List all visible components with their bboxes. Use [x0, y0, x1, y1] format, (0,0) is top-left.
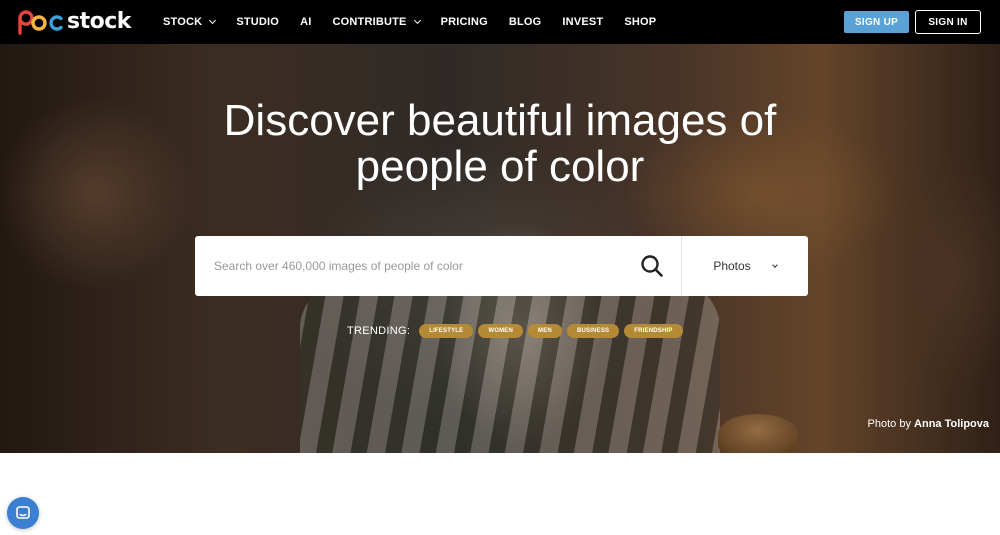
nav-item-label: STOCK: [163, 16, 203, 28]
media-type-value: Photos: [713, 259, 751, 273]
nav-item-label: INVEST: [562, 16, 604, 28]
headline-line-1: Discover beautiful images of: [223, 96, 777, 145]
photo-credit: Photo by Anna Tolipova: [868, 418, 989, 430]
headline-line-2: people of color: [355, 142, 645, 191]
logo-mark-icon: [18, 10, 63, 35]
search-bar: Photos: [195, 236, 808, 296]
tag-men[interactable]: MEN: [528, 324, 562, 338]
chevron-down-icon: [209, 16, 217, 25]
chat-widget-button[interactable]: [7, 497, 39, 529]
nav-item-stock[interactable]: STOCK: [163, 16, 217, 28]
tag-business[interactable]: BUSINESS: [566, 324, 620, 338]
tag-women[interactable]: WOMEN: [478, 324, 524, 338]
tag-friendship[interactable]: FRIENDSHIP: [624, 324, 683, 338]
top-navbar: stock STOCK STUDIO AI CONTRIBUTE PRICING…: [0, 0, 1000, 44]
nav-item-studio[interactable]: STUDIO: [236, 16, 279, 28]
sign-up-button[interactable]: SIGN UP: [844, 11, 909, 33]
nav-item-contribute[interactable]: CONTRIBUTE: [332, 16, 421, 28]
nav-item-ai[interactable]: AI: [300, 16, 311, 28]
chat-icon: [16, 506, 30, 519]
nav-item-pricing[interactable]: PRICING: [441, 16, 488, 28]
hero-photo-bread: [718, 414, 798, 453]
media-type-select[interactable]: Photos: [682, 236, 808, 296]
chevron-down-icon: [771, 261, 778, 268]
nav-item-label: PRICING: [440, 16, 488, 28]
hero-banner: Discover beautiful images of people of c…: [0, 44, 1000, 453]
logo[interactable]: stock: [17, 8, 131, 36]
search-input[interactable]: [195, 236, 682, 296]
search-icon[interactable]: [641, 255, 663, 277]
nav-item-label: AI: [300, 16, 312, 28]
tag-lifestyle[interactable]: LIFESTYLE: [419, 324, 474, 338]
sign-in-button[interactable]: SIGN IN: [915, 10, 981, 34]
nav-item-label: SHOP: [624, 16, 657, 28]
chevron-down-icon: [413, 16, 421, 25]
logo-text: stock: [67, 9, 131, 34]
trending-tags: TRENDING: LIFESTYLE WOMEN MEN BUSINESS F…: [347, 323, 688, 339]
credit-prefix: Photo by: [867, 418, 911, 430]
nav-item-label: STUDIO: [236, 16, 280, 28]
trending-label: TRENDING:: [347, 325, 411, 337]
nav-item-invest[interactable]: INVEST: [562, 16, 603, 28]
nav-item-shop[interactable]: SHOP: [624, 16, 656, 28]
hero-headline: Discover beautiful images of people of c…: [0, 98, 1000, 190]
nav-item-blog[interactable]: BLOG: [509, 16, 542, 28]
main-menu: STOCK STUDIO AI CONTRIBUTE PRICING BLOG …: [163, 0, 677, 44]
nav-item-label: CONTRIBUTE: [332, 16, 407, 28]
nav-item-label: BLOG: [508, 16, 542, 28]
credit-author-link[interactable]: Anna Tolipova: [914, 418, 989, 430]
